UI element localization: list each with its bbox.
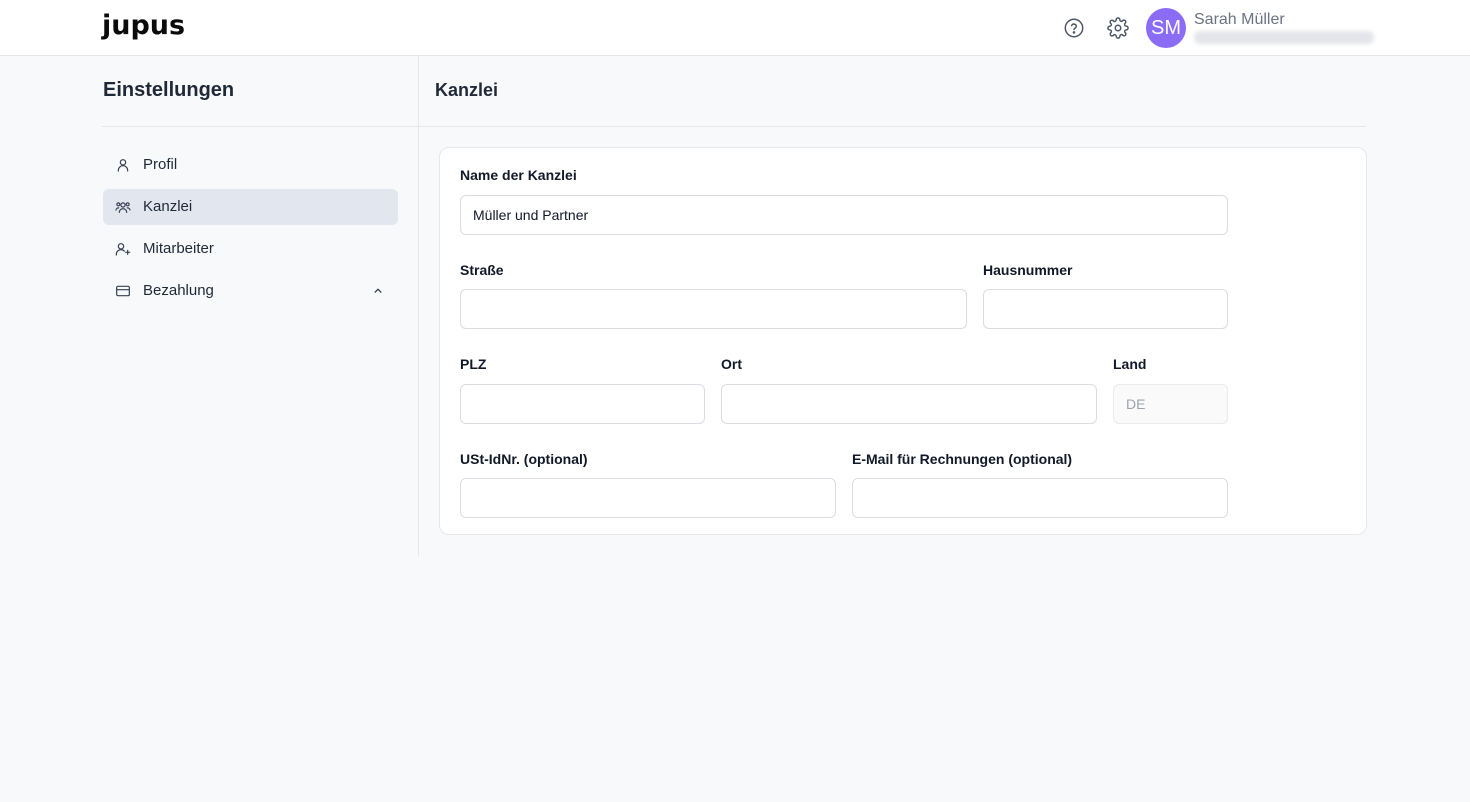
credit-card-icon: [115, 283, 131, 299]
name-label: Name der Kanzlei: [460, 167, 577, 183]
sidebar-item-mitarbeiter[interactable]: Mitarbeiter: [103, 231, 398, 267]
page-title: Kanzlei: [435, 80, 499, 100]
sidebar-item-profil[interactable]: Profil: [103, 147, 398, 183]
sidebar-item-label: Mitarbeiter: [143, 240, 214, 257]
city-input[interactable]: [721, 384, 1097, 424]
sidebar-item-label: Profil: [143, 156, 178, 173]
top-bar: jupus SM Sarah Müller: [0, 0, 1470, 56]
users-icon: [115, 199, 131, 215]
kanzlei-name-input[interactable]: [460, 195, 1228, 235]
sidebar-item-kanzlei[interactable]: Kanzlei: [103, 189, 398, 225]
country-input[interactable]: [1113, 384, 1228, 424]
house-number-input[interactable]: [983, 289, 1228, 329]
kanzlei-form-card: Name der Kanzlei Straße Hausnummer PLZ O…: [439, 147, 1367, 535]
house-number-label: Hausnummer: [983, 262, 1073, 278]
sidebar-divider: [102, 126, 418, 127]
country-label: Land: [1113, 356, 1147, 372]
zip-label: PLZ: [460, 356, 487, 372]
app-logo[interactable]: jupus: [102, 10, 185, 41]
invoice-email-label: E-Mail für Rechnungen (optional): [852, 451, 1073, 467]
user-name: Sarah Müller: [1194, 11, 1285, 28]
sidebar-title: Einstellungen: [103, 79, 235, 101]
sidebar-item-label: Kanzlei: [143, 198, 193, 215]
street-label: Straße: [460, 262, 504, 278]
chevron-up-icon[interactable]: [371, 284, 385, 298]
user-plus-icon: [115, 241, 131, 257]
vat-id-input[interactable]: [460, 478, 836, 518]
avatar[interactable]: SM: [1146, 8, 1186, 48]
zip-input[interactable]: [460, 384, 705, 424]
user-icon: [115, 157, 131, 173]
sidebar-item-label: Bezahlung: [143, 282, 214, 299]
user-email-redacted: [1194, 31, 1374, 44]
settings-sidebar: Einstellungen Profil Kanzlei Mitarbeiter…: [102, 56, 419, 556]
vat-id-label: USt-IdNr. (optional): [460, 451, 588, 467]
gear-icon[interactable]: [1107, 17, 1129, 39]
help-icon[interactable]: [1063, 17, 1085, 39]
invoice-email-input[interactable]: [852, 478, 1228, 518]
content-divider: [419, 126, 1366, 127]
city-label: Ort: [721, 356, 742, 372]
street-input[interactable]: [460, 289, 967, 329]
sidebar-item-bezahlung[interactable]: Bezahlung: [103, 273, 398, 309]
